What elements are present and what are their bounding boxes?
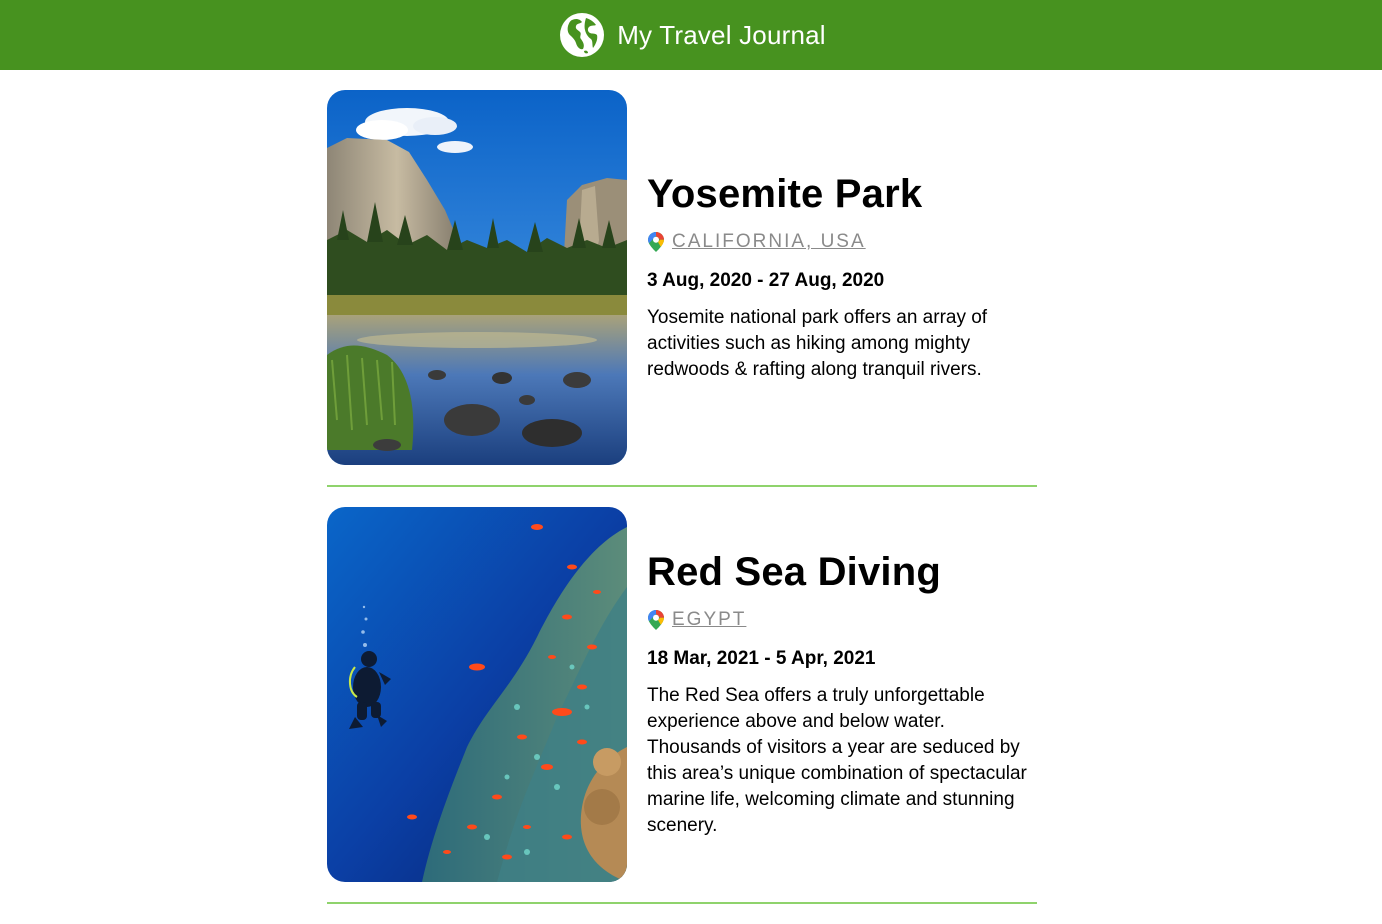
entry-divider bbox=[327, 485, 1037, 487]
entry-description: Yosemite national park offers an array o… bbox=[647, 307, 988, 380]
journal-entry: Red Sea Diving Egypt 18 Mar, 2021 - 5 Ap… bbox=[327, 507, 1037, 882]
location-link[interactable]: California, USA bbox=[672, 231, 866, 253]
red-sea-reef-diver-photo bbox=[327, 507, 627, 882]
entry-divider bbox=[327, 902, 1037, 904]
entry-info: Yosemite Park California, USA 3 Aug, 202… bbox=[627, 90, 1037, 465]
yosemite-valley-photo bbox=[327, 90, 627, 465]
journal-entry: Yosemite Park California, USA 3 Aug, 202… bbox=[327, 90, 1037, 465]
entry-title: Red Sea Diving bbox=[647, 550, 941, 594]
entry-info: Red Sea Diving Egypt 18 Mar, 2021 - 5 Ap… bbox=[627, 507, 1037, 882]
location-row: California, USA bbox=[647, 231, 1037, 253]
location-link[interactable]: Egypt bbox=[672, 609, 746, 631]
map-pin-icon bbox=[648, 610, 664, 630]
brand[interactable]: My Travel Journal bbox=[558, 11, 826, 59]
trip-dates: 3 Aug, 2020 - 27 Aug, 2020 bbox=[647, 270, 885, 291]
entry-description: The Red Sea offers a truly unforgettable… bbox=[647, 685, 1027, 836]
top-navbar: My Travel Journal bbox=[0, 0, 1382, 70]
entry-photo bbox=[327, 90, 627, 465]
trip-dates: 18 Mar, 2021 - 5 Apr, 2021 bbox=[647, 648, 876, 669]
entry-title: Yosemite Park bbox=[647, 172, 923, 216]
map-pin-icon bbox=[648, 232, 664, 252]
location-row: Egypt bbox=[647, 609, 1037, 631]
globe-icon bbox=[560, 13, 605, 57]
entry-photo bbox=[327, 507, 627, 882]
journal-entry-list: Yosemite Park California, USA 3 Aug, 202… bbox=[327, 90, 1037, 924]
app-title: My Travel Journal bbox=[617, 19, 826, 50]
